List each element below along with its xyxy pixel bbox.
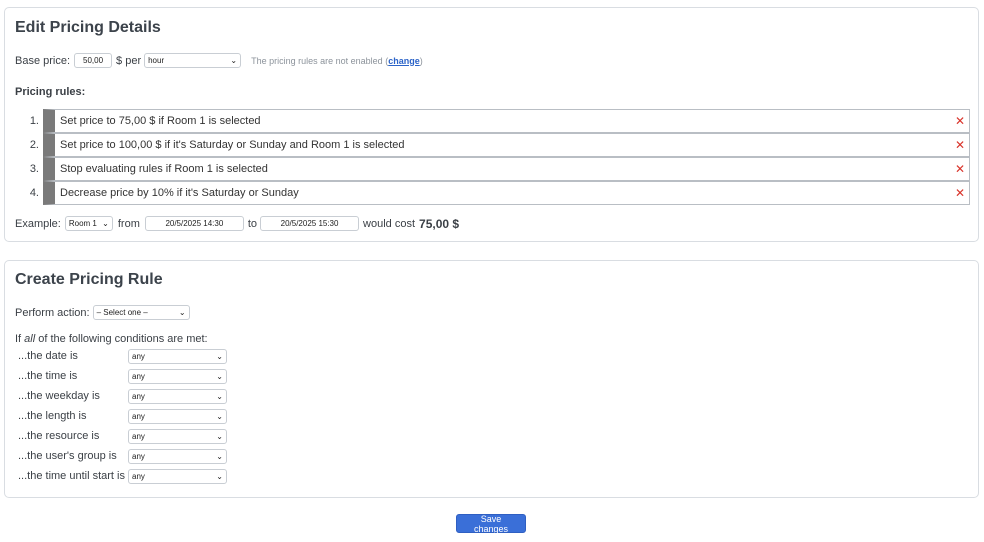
condition-value: any [132,452,145,461]
create-pricing-rule-title: Create Pricing Rule [15,271,163,288]
conditions-intro: If all of the following conditions are m… [15,333,208,345]
pricing-rule-row: 2. Set price to 100,00 $ if it's Saturda… [15,133,970,157]
conditions-intro-post: of the following conditions are met: [35,333,208,345]
condition-value: any [132,352,145,361]
rules-disabled-close: ) [419,55,423,66]
pricing-rule-row: 3. Stop evaluating rules if Room 1 is se… [15,157,970,181]
base-price-row: Base price: 50,00 $ per hour ⌄ The prici… [15,53,423,68]
condition-label: ...the weekday is [18,390,100,402]
chevron-down-icon: ⌄ [216,392,223,401]
rule-number: 2. [29,139,39,151]
perform-action-label: Perform action: [15,306,90,319]
close-icon[interactable]: ✕ [955,134,965,156]
pricing-rules-label: Pricing rules: [15,86,86,98]
condition-value: any [132,412,145,421]
condition-length-select[interactable]: any ⌄ [128,409,227,424]
example-to-label: to [247,217,258,230]
rule-item[interactable]: Decrease price by 10% if it's Saturday o… [43,181,970,205]
create-pricing-rule-panel: Create Pricing Rule Perform action: – Se… [4,260,979,498]
close-icon[interactable]: ✕ [955,158,965,180]
condition-time-select[interactable]: any ⌄ [128,369,227,384]
rule-item[interactable]: Set price to 100,00 $ if it's Saturday o… [43,133,970,157]
rules-disabled-text: The pricing rules are not enabled ( [251,55,389,66]
close-icon[interactable]: ✕ [955,110,965,132]
save-changes-button[interactable]: Save changes [456,514,526,534]
condition-value: any [132,392,145,401]
condition-value: any [132,372,145,381]
example-resource-value: Room 1 [68,219,97,228]
rule-item[interactable]: Stop evaluating rules if Room 1 is selec… [43,157,970,181]
condition-label: ...the user's group is [18,450,117,462]
chevron-down-icon: ⌄ [216,472,223,481]
action-select-value: – Select one – [96,308,148,317]
conditions-intro-all: all [24,333,36,345]
chevron-down-icon: ⌄ [216,432,223,441]
example-from-input[interactable]: 20/5/2025 14:30 [144,216,244,231]
rule-text: Stop evaluating rules if Room 1 is selec… [60,163,268,175]
chevron-down-icon: ⌄ [216,372,223,381]
base-price-input[interactable]: 50,00 [74,53,113,68]
pricing-rule-row: 4. Decrease price by 10% if it's Saturda… [15,181,970,205]
condition-label: ...the time is [18,370,78,382]
condition-user-group-select[interactable]: any ⌄ [128,449,227,464]
condition-label: ...the date is [18,350,78,362]
would-cost-label: would cost [363,217,416,230]
pricing-rules-list: 1. Set price to 75,00 $ if Room 1 is sel… [15,109,970,205]
condition-weekday-select[interactable]: any ⌄ [128,389,227,404]
condition-resource-select[interactable]: any ⌄ [128,429,227,444]
close-icon[interactable]: ✕ [955,182,965,204]
condition-time-until-start-select[interactable]: any ⌄ [128,469,227,484]
example-to-input[interactable]: 20/5/2025 15:30 [260,216,360,231]
example-label: Example: [15,217,61,230]
condition-label: ...the resource is [18,430,100,442]
rule-number: 1. [29,115,39,127]
edit-pricing-panel: Edit Pricing Details Base price: 50,00 $… [4,7,979,242]
action-select[interactable]: – Select one – ⌄ [92,305,190,320]
condition-value: any [132,472,145,481]
pricing-rule-row: 1. Set price to 75,00 $ if Room 1 is sel… [15,109,970,133]
unit-select[interactable]: hour ⌄ [144,53,242,68]
chevron-down-icon: ⌄ [102,219,109,228]
rule-text: Decrease price by 10% if it's Saturday o… [60,187,299,199]
unit-select-value: hour [148,56,165,65]
edit-pricing-title: Edit Pricing Details [15,19,161,36]
perform-action-row: Perform action: – Select one – ⌄ [15,305,190,320]
conditions-intro-pre: If [15,333,25,345]
example-from-label: from [117,217,140,230]
chevron-down-icon: ⌄ [216,452,223,461]
chevron-down-icon: ⌄ [230,56,238,65]
chevron-down-icon: ⌄ [216,412,223,421]
chevron-down-icon: ⌄ [216,352,223,361]
change-link[interactable]: change [388,56,420,66]
rules-disabled-notice: The pricing rules are not enabled (chang… [251,56,423,66]
currency-per-label: $ per [116,54,142,67]
rule-text: Set price to 75,00 $ if Room 1 is select… [60,115,261,127]
condition-date-select[interactable]: any ⌄ [128,349,227,364]
rule-number: 4. [29,187,39,199]
rule-text: Set price to 100,00 $ if it's Saturday o… [60,139,405,151]
condition-label: ...the length is [18,410,87,422]
example-row: Example: Room 1 ⌄ from 20/5/2025 14:30 t… [15,216,459,231]
rule-item[interactable]: Set price to 75,00 $ if Room 1 is select… [43,109,970,133]
example-cost-value: 75,00 $ [419,216,460,231]
example-resource-select[interactable]: Room 1 ⌄ [64,216,113,231]
rule-number: 3. [29,163,39,175]
condition-label: ...the time until start is [18,470,125,482]
chevron-down-icon: ⌄ [178,308,186,317]
base-price-label: Base price: [15,54,71,67]
condition-value: any [132,432,145,441]
